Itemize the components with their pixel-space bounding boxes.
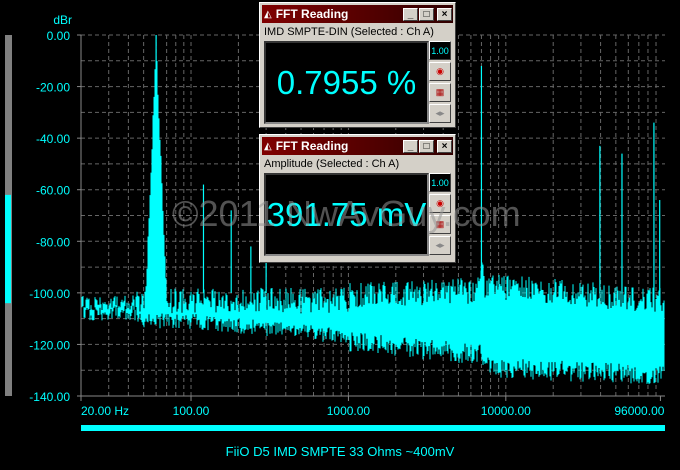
y-tick-label: -120.00: [29, 338, 70, 352]
level-meter-fill: [5, 194, 11, 304]
y-axis-label: dBr: [53, 13, 72, 27]
scale-icon[interactable]: 1.00: [429, 173, 451, 192]
fft-reading-window-amplitude[interactable]: ◭ FFT Reading _ □ × Amplitude (Selected …: [259, 134, 456, 263]
chart-caption: FiiO D5 IMD SMPTE 33 Ohms ~400mV: [225, 444, 455, 459]
table-edit-icon[interactable]: ▦: [429, 215, 451, 234]
reading-value: 391.75 mV: [264, 173, 429, 256]
minimize-button[interactable]: _: [403, 139, 418, 153]
y-tick-label: -40.00: [36, 132, 70, 146]
measurement-label: IMD SMPTE-DIN (Selected : Ch A): [264, 26, 434, 38]
fft-app-icon: ◭: [264, 8, 272, 20]
close-button[interactable]: ×: [437, 139, 452, 153]
y-tick-label: -100.00: [29, 287, 70, 301]
minimize-button[interactable]: _: [403, 7, 418, 21]
fft-reading-window-imd[interactable]: ◭ FFT Reading _ □ × IMD SMPTE-DIN (Selec…: [259, 2, 456, 128]
title-bar[interactable]: ◭ FFT Reading _ □ ×: [262, 5, 453, 23]
x-tick-label: 20.00 Hz: [81, 404, 129, 418]
scale-icon[interactable]: 1.00: [429, 41, 451, 60]
close-button[interactable]: ×: [437, 7, 452, 21]
table-edit-icon[interactable]: ▦: [429, 83, 451, 102]
window-title: FFT Reading: [275, 139, 349, 153]
x-tick-label: 10000.00: [481, 404, 531, 418]
window-title: FFT Reading: [275, 7, 349, 21]
arrows-icon[interactable]: ◂▸: [429, 236, 451, 255]
title-bar[interactable]: ◭ FFT Reading _ □ ×: [262, 137, 453, 155]
y-tick-label: -60.00: [36, 184, 70, 198]
reading-value: 0.7955 %: [264, 41, 429, 124]
fft-app-icon: ◭: [264, 140, 272, 152]
measurement-label: Amplitude (Selected : Ch A): [264, 158, 400, 170]
y-tick-label: 0.00: [47, 29, 71, 43]
y-tick-label: -20.00: [36, 81, 70, 95]
y-tick-label: -140.00: [29, 390, 70, 404]
maximize-button[interactable]: □: [419, 139, 434, 153]
maximize-button[interactable]: □: [419, 7, 434, 21]
record-icon[interactable]: ◉: [429, 62, 451, 81]
y-tick-label: -80.00: [36, 235, 70, 249]
x-tick-label: 96000.00: [614, 404, 664, 418]
arrows-icon[interactable]: ◂▸: [429, 104, 451, 123]
x-tick-label: 1000.00: [327, 404, 371, 418]
record-icon[interactable]: ◉: [429, 194, 451, 213]
x-scrollbar: [81, 425, 665, 431]
x-tick-label: 100.00: [173, 404, 210, 418]
